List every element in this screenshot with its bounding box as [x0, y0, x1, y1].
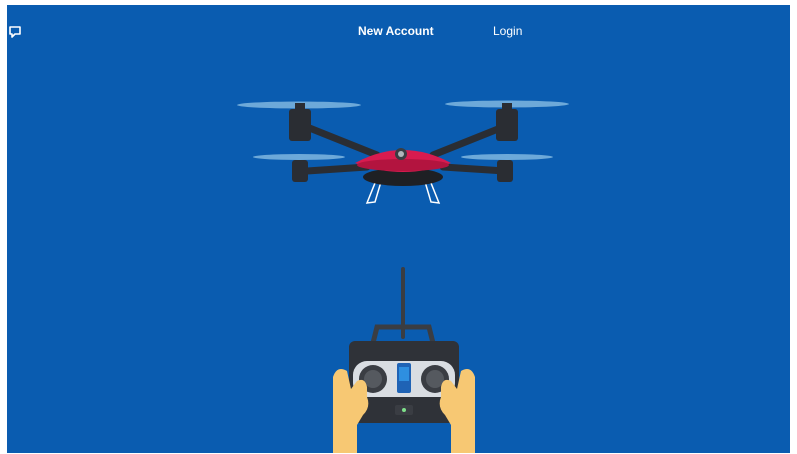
hero-page: New Account Login — [7, 5, 790, 453]
drone-body-rim — [357, 159, 449, 171]
drone-illustration — [237, 100, 569, 204]
remote-controller — [333, 267, 475, 453]
propeller-bottom-left — [253, 154, 345, 160]
right-joystick-cap — [426, 370, 444, 388]
camera-lens — [398, 151, 404, 157]
left-joystick-cap — [364, 370, 382, 388]
controller-led — [402, 408, 406, 412]
controller-slider-fill — [399, 367, 409, 381]
drone-scene — [237, 100, 569, 453]
propeller-bottom-right — [461, 154, 553, 160]
